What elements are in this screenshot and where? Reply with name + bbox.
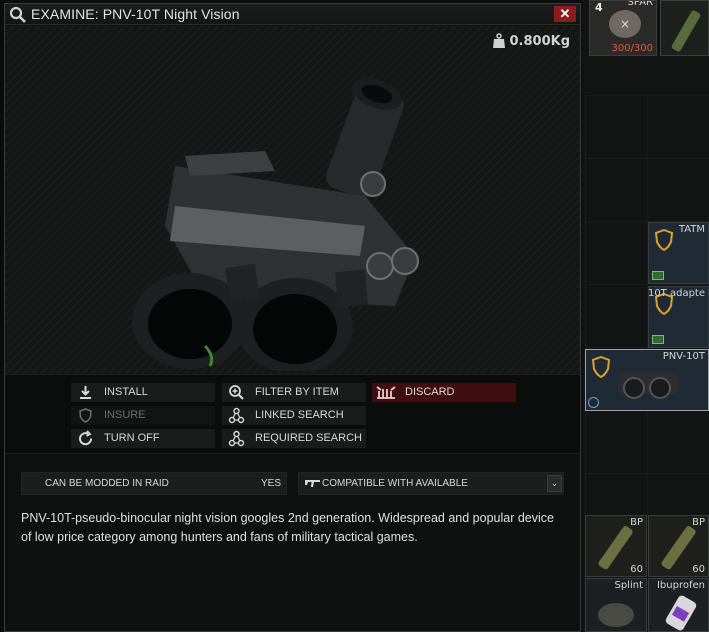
required-search-button[interactable]: REQUIRED SEARCH — [222, 429, 366, 448]
mod-in-raid-label: CAN BE MODDED IN RAID — [45, 478, 169, 489]
item-actions-panel: INSTALL INSURE TURN OFF FILTER BY ITEM L… — [5, 374, 580, 454]
stack-count: 60 — [630, 564, 643, 575]
night-vision-device-image — [132, 78, 419, 371]
svg-text:×: × — [620, 17, 630, 31]
ammo-icon — [671, 10, 701, 52]
close-button[interactable]: ✕ — [554, 6, 576, 22]
linked-search-label: LINKED SEARCH — [255, 409, 344, 421]
refresh-icon — [79, 430, 93, 446]
mod-badge-icon — [652, 271, 664, 280]
inventory-item-adapter[interactable]: 10T adapte — [648, 286, 709, 348]
install-button[interactable]: INSTALL — [71, 383, 215, 402]
item-label: TATM — [678, 224, 705, 235]
inventory-item-splint[interactable]: Splint — [585, 578, 647, 632]
insured-shield-icon — [592, 356, 610, 378]
mod-badge-icon — [652, 335, 664, 344]
weight-icon — [493, 33, 505, 48]
inventory-item-ibuprofen[interactable]: Ibuprofen — [648, 578, 709, 632]
inventory-item-bp-1[interactable]: BP 60 — [585, 515, 647, 577]
inventory-item-spar[interactable]: 4 SPAR × 300/300 — [589, 0, 657, 56]
link-nodes-icon — [228, 407, 245, 424]
turn-off-label: TURN OFF — [104, 432, 160, 444]
install-label: INSTALL — [104, 386, 148, 398]
night-vision-icon — [619, 372, 679, 399]
link-nodes-icon — [228, 430, 245, 447]
examine-screen: 4 SPAR × 300/300 TATM 10T adapte PNV-10T… — [0, 0, 709, 632]
discard-button[interactable]: DISCARD — [372, 383, 516, 402]
item-description: PNV-10T-pseudo-binocular night vision go… — [21, 511, 554, 544]
inventory-item-tatm[interactable]: TATM — [648, 222, 709, 284]
stack-count: 60 — [692, 564, 705, 575]
required-search-label: REQUIRED SEARCH — [255, 432, 362, 444]
toggle-icon — [588, 397, 599, 408]
examine-window: EXAMINE: PNV-10T Night Vision ✕ 0.800Kg — [4, 3, 581, 632]
filter-by-item-button[interactable]: FILTER BY ITEM — [222, 383, 366, 402]
durability-value: 300/300 — [611, 43, 653, 54]
repair-kit-icon: × — [609, 10, 641, 38]
item-preview: 0.800Kg — [5, 26, 580, 374]
magnifier-icon — [9, 6, 26, 23]
insure-label: INSURE — [104, 409, 146, 421]
item-label: Splint — [614, 580, 643, 591]
inventory-item-ammo[interactable] — [660, 0, 709, 56]
window-title: EXAMINE: PNV-10T Night Vision — [31, 6, 240, 22]
mod-in-raid-value: YES — [260, 478, 281, 489]
stack-count: 4 — [595, 1, 603, 14]
window-titlebar[interactable]: EXAMINE: PNV-10T Night Vision ✕ — [5, 4, 580, 25]
inventory-item-pnv[interactable]: PNV-10T — [585, 349, 709, 411]
insure-button[interactable]: INSURE — [71, 406, 215, 425]
shield-icon — [79, 408, 92, 423]
linked-search-button[interactable]: LINKED SEARCH — [222, 406, 366, 425]
insured-shield-icon — [655, 229, 673, 251]
compatibility-label: COMPATIBLE WITH AVAILABLE — [322, 478, 468, 489]
search-plus-icon — [229, 385, 244, 400]
item-label: BP — [692, 517, 705, 528]
item-weight: 0.800Kg — [509, 34, 571, 49]
item-label: BP — [630, 517, 643, 528]
compatibility-dropdown[interactable]: COMPATIBLE WITH AVAILABLE ⌄ — [298, 472, 564, 495]
discard-label: DISCARD — [405, 386, 455, 398]
item-label: Ibuprofen — [656, 580, 705, 591]
inventory-item-bp-2[interactable]: BP 60 — [648, 515, 709, 577]
chevron-down-icon[interactable]: ⌄ — [547, 475, 562, 492]
turn-off-button[interactable]: TURN OFF — [71, 429, 215, 448]
discard-icon — [376, 386, 396, 399]
rifle-icon — [305, 480, 320, 487]
item-properties: CAN BE MODDED IN RAID YES COMPATIBLE WIT… — [21, 472, 564, 496]
mod-in-raid-row: CAN BE MODDED IN RAID YES — [21, 472, 287, 495]
item-label: 10T adapte — [648, 288, 705, 299]
filter-by-item-label: FILTER BY ITEM — [255, 386, 339, 398]
download-icon — [80, 386, 91, 399]
